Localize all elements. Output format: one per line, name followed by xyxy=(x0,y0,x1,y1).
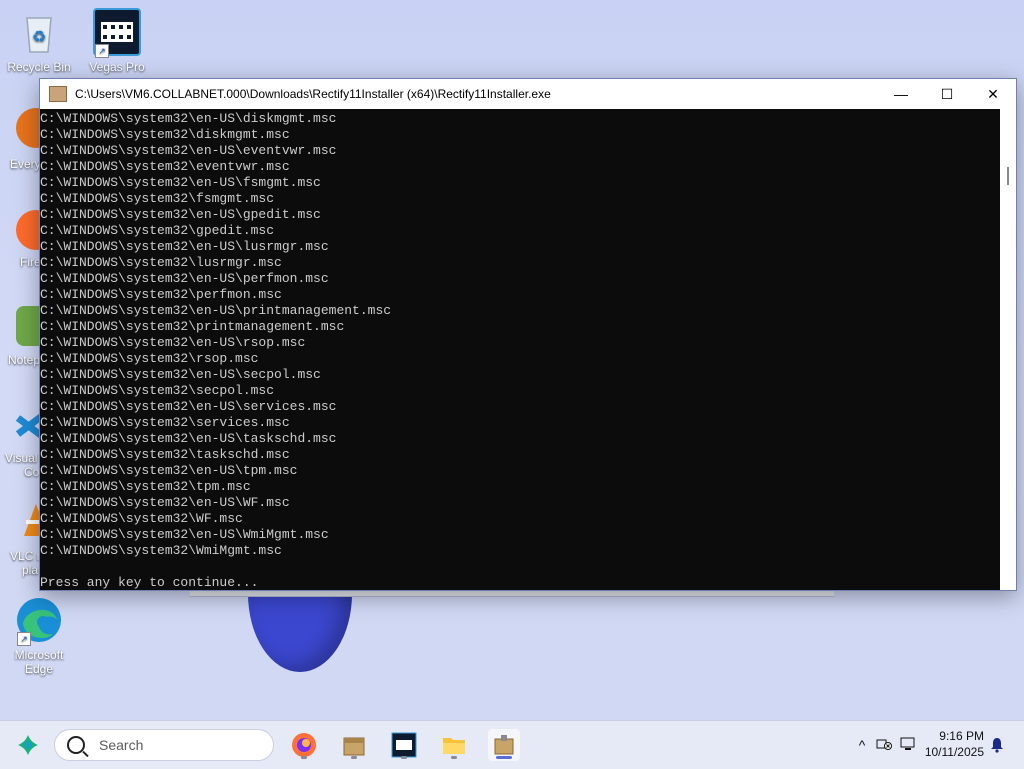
desktop-icon-label: Fire xyxy=(20,255,41,269)
active-indicator xyxy=(496,756,512,759)
shortcut-arrow-icon: ↗ xyxy=(95,44,109,58)
console-line: C:\WINDOWS\system32\en-US\secpol.msc xyxy=(40,367,321,382)
console-line: C:\WINDOWS\system32\printmanagement.msc xyxy=(40,319,345,334)
console-line: C:\WINDOWS\system32\WF.msc xyxy=(40,511,243,526)
search-box[interactable]: Search xyxy=(54,729,274,761)
console-line: C:\WINDOWS\system32\WmiMgmt.msc xyxy=(40,543,282,558)
console-window[interactable]: C:\Users\VM6.COLLABNET.000\Downloads\Rec… xyxy=(39,78,1017,591)
running-indicator xyxy=(301,756,307,759)
firefox-icon xyxy=(292,733,316,757)
scrollbar-thumb[interactable] xyxy=(1007,167,1009,185)
clock-date: 10/11/2025 xyxy=(924,745,984,759)
console-line: C:\WINDOWS\system32\eventvwr.msc xyxy=(40,159,290,174)
console-line: Press any key to continue... xyxy=(40,575,259,590)
running-indicator xyxy=(351,756,357,759)
console-line: C:\WINDOWS\system32\en-US\eventvwr.msc xyxy=(40,143,337,158)
taskbar-package[interactable] xyxy=(338,729,370,761)
window-controls: — ☐ ✕ xyxy=(878,79,1016,109)
package-icon xyxy=(343,737,365,756)
vegas-pro-icon: ↗ xyxy=(93,8,141,58)
system-tray: ^ xyxy=(852,721,920,769)
vertical-scrollbar[interactable] xyxy=(1000,109,1016,590)
network-icon[interactable] xyxy=(872,737,896,754)
console-line: C:\WINDOWS\system32\diskmgmt.msc xyxy=(40,127,290,142)
clock[interactable]: 9:16 PM 10/11/2025 xyxy=(925,728,984,760)
show-hidden-icons-button[interactable]: ^ xyxy=(852,737,872,753)
console-line: C:\WINDOWS\system32\perfmon.msc xyxy=(40,287,282,302)
search-placeholder: Search xyxy=(99,737,144,753)
taskbar: Search ^ 9:16 PM 10/11/2025 xyxy=(0,720,1024,769)
edge-icon: ↗ xyxy=(15,596,63,646)
running-indicator xyxy=(401,756,407,759)
recycle-bin-icon: ♻ xyxy=(15,8,63,56)
clock-time: 9:16 PM xyxy=(939,729,984,743)
file-explorer-icon xyxy=(443,738,465,754)
installer-icon xyxy=(494,735,514,755)
desktop-icon-label: Co xyxy=(24,465,40,479)
console-line: C:\WINDOWS\system32\secpol.msc xyxy=(40,383,275,398)
desktop-icon-microsoft-edge[interactable]: ↗ Microsoft Edge xyxy=(1,596,77,676)
bell-icon xyxy=(991,738,1003,753)
desktop-icon-label: Microsoft Edge xyxy=(14,648,64,676)
console-line: C:\WINDOWS\system32\en-US\WmiMgmt.msc xyxy=(40,527,329,542)
console-line: C:\WINDOWS\system32\en-US\WF.msc xyxy=(40,495,290,510)
close-button[interactable]: ✕ xyxy=(970,79,1016,109)
maximize-button[interactable]: ☐ xyxy=(924,79,970,109)
search-icon xyxy=(67,736,85,754)
console-line: C:\WINDOWS\system32\en-US\perfmon.msc xyxy=(40,271,329,286)
desktop-icon-recycle-bin[interactable]: ♻ Recycle Bin xyxy=(1,8,77,74)
installer-app-icon xyxy=(49,86,67,102)
taskbar-firefox[interactable] xyxy=(288,729,320,761)
desktop-icon-label: Recycle Bin xyxy=(7,60,71,74)
desktop-icon-label: VLC r xyxy=(10,549,41,563)
console-line: C:\WINDOWS\system32\gpedit.msc xyxy=(40,223,275,238)
vegas-pro-icon xyxy=(391,732,417,758)
console-output[interactable]: C:\WINDOWS\system32\en-US\diskmgmt.msc C:… xyxy=(40,109,1000,590)
taskbar-installer[interactable] xyxy=(488,729,520,761)
desktop-icon-label: Notep xyxy=(8,353,41,367)
desktop-icon-label: pla xyxy=(22,563,39,577)
display-icon[interactable] xyxy=(896,737,920,754)
console-line: C:\WINDOWS\system32\tpm.msc xyxy=(40,479,251,494)
window-title: C:\Users\VM6.COLLABNET.000\Downloads\Rec… xyxy=(75,87,551,101)
console-line: C:\WINDOWS\system32\rsop.msc xyxy=(40,351,259,366)
console-line: C:\WINDOWS\system32\en-US\diskmgmt.msc xyxy=(40,111,337,126)
console-line: C:\WINDOWS\system32\en-US\lusrmgr.msc xyxy=(40,239,329,254)
console-line: C:\WINDOWS\system32\en-US\services.msc xyxy=(40,399,337,414)
notifications-button[interactable] xyxy=(986,729,1008,761)
start-button[interactable] xyxy=(12,729,44,761)
start-icon xyxy=(18,735,38,755)
console-line: C:\WINDOWS\system32\services.msc xyxy=(40,415,290,430)
desktop-icon-vegas-pro[interactable]: ↗ Vegas Pro xyxy=(79,8,155,74)
svg-text:♻: ♻ xyxy=(32,27,46,46)
running-indicator xyxy=(451,756,457,759)
console-line: C:\WINDOWS\system32\lusrmgr.msc xyxy=(40,255,282,270)
title-bar[interactable]: C:\Users\VM6.COLLABNET.000\Downloads\Rec… xyxy=(40,79,1016,109)
console-line: C:\WINDOWS\system32\fsmgmt.msc xyxy=(40,191,275,206)
minimize-button[interactable]: — xyxy=(878,79,924,109)
console-line: C:\WINDOWS\system32\en-US\tpm.msc xyxy=(40,463,298,478)
taskbar-file-explorer[interactable] xyxy=(438,729,470,761)
desktop-icon-label: Every xyxy=(10,157,41,171)
taskbar-vegas-pro[interactable] xyxy=(388,729,420,761)
console-line: C:\WINDOWS\system32\en-US\rsop.msc xyxy=(40,335,306,350)
console-line: C:\WINDOWS\system32\en-US\printmanagemen… xyxy=(40,303,392,318)
desktop-icon-label: Visual xyxy=(5,451,38,465)
console-line: C:\WINDOWS\system32\en-US\taskschd.msc xyxy=(40,431,337,446)
desktop-icon-label: Vegas Pro xyxy=(89,60,145,74)
console-line: C:\WINDOWS\system32\en-US\fsmgmt.msc xyxy=(40,175,321,190)
shortcut-arrow-icon: ↗ xyxy=(17,632,31,646)
console-line: C:\WINDOWS\system32\taskschd.msc xyxy=(40,447,290,462)
console-line: C:\WINDOWS\system32\en-US\gpedit.msc xyxy=(40,207,321,222)
